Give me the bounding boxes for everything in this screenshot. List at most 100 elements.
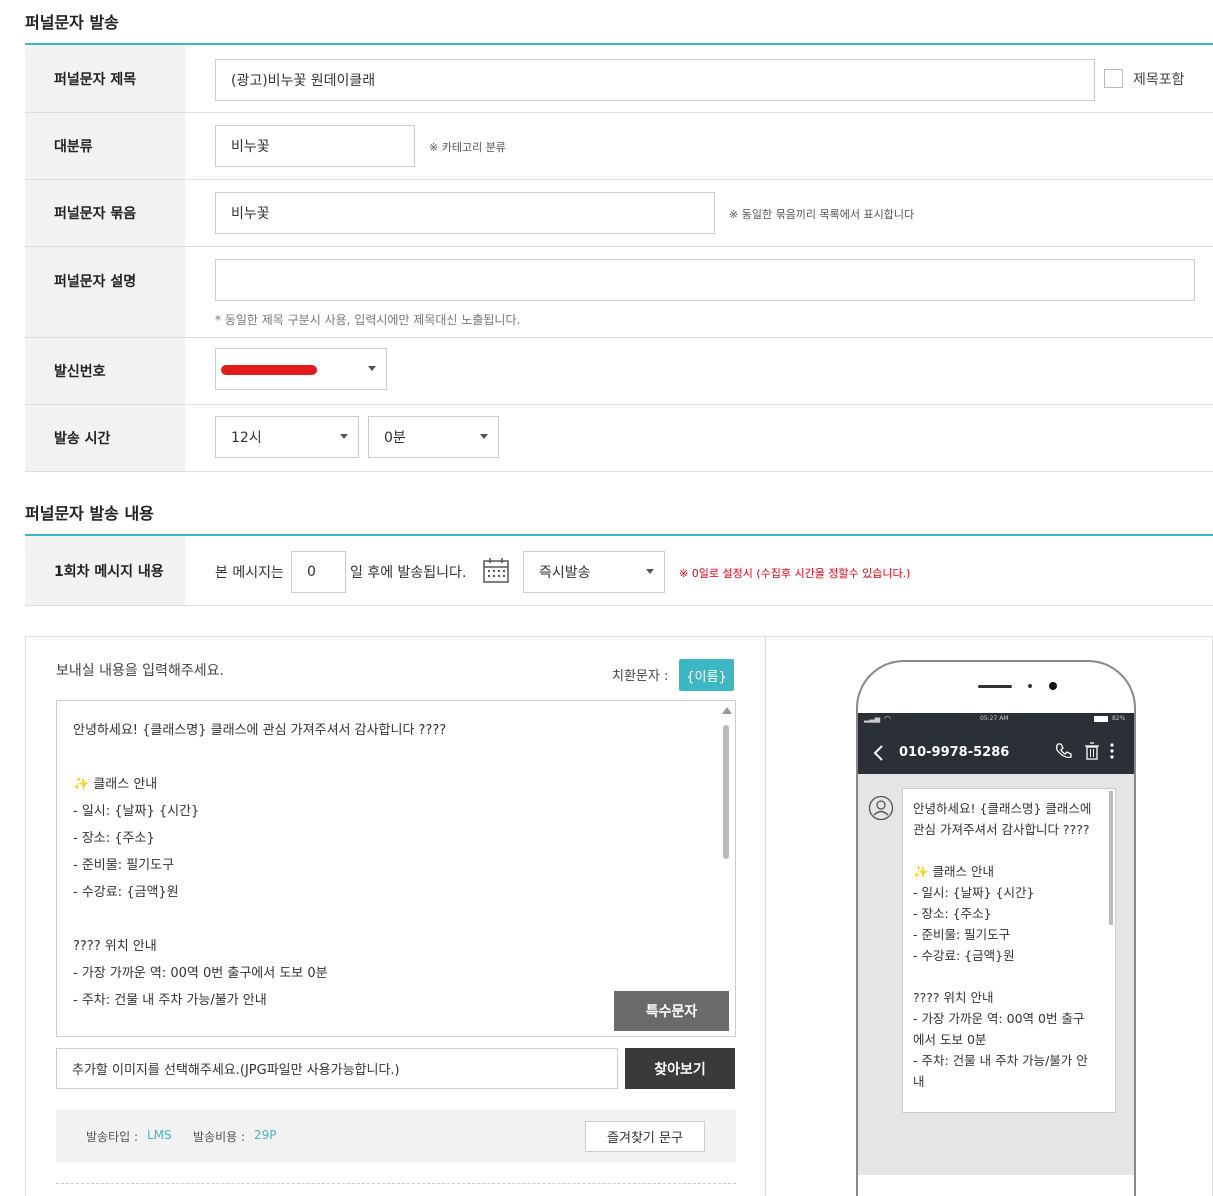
phone-header: ▂▃▅ ◠ 05:27 AM 82% 010-9978-5286 [858,713,1134,774]
send-type-label: 발송타입 : [86,1130,139,1144]
replace-label: 치환문자 : [612,669,669,684]
label-category: 대분류 [25,113,185,179]
favorites-button[interactable]: 즐겨찾기 문구 [585,1121,705,1152]
scroll-up-icon[interactable] [722,707,732,714]
subject-input[interactable]: (광고)비누꽃 원데이클래 [215,59,1095,101]
hour-select[interactable]: 12시 [215,416,359,458]
hour-value: 12시 [231,430,262,446]
bubble-line: ✨ 클래스 안내 [913,864,995,879]
bubble-line: - 준비물: 필기도구 [913,927,1011,942]
phone-camera [1049,682,1057,690]
bubble-line: 관심 가져주셔서 감사합니다 ???? [913,822,1090,837]
label-subject: 퍼널문자 제목 [25,45,185,112]
phone-speaker [978,685,1012,688]
bubble-line [913,966,1091,987]
editor-prompt: 보내실 내용을 입력해주세요. [56,663,224,679]
description-input[interactable] [215,259,1195,301]
chevron-down-icon [340,434,348,439]
section-title-content: 퍼널문자 발송 내용 [25,504,154,523]
editor-bottom-rule [56,1183,736,1184]
row-send-time: 발송 시간 12시 0분 [25,405,1213,472]
redaction-mark [221,365,317,375]
send-info-bar: 발송타입 : LMS 발송비용 : 29P 즐겨찾기 문구 [56,1109,736,1163]
call-icon[interactable] [1055,742,1073,760]
minute-value: 0분 [384,430,406,446]
bubble-text: 안녕하세요! {클래스명} 클래스에관심 가져주셔서 감사합니다 ???? ✨ 클… [913,798,1091,1092]
signal-icon: ▂▃▅ [864,715,881,723]
phone-sensor [1028,684,1032,688]
message-line: ✨ 클래스 안내 [73,777,158,792]
funnel-sms-page: 퍼널문자 발송 퍼널문자 제목 (광고)비누꽃 원데이클래 제목포함 대분류 비… [0,0,1213,1196]
browse-button[interactable]: 찾아보기 [625,1048,735,1089]
replace-token-button[interactable]: {이름} [679,659,734,691]
bubble-line: - 일시: {날짜} {시간} [913,885,1035,900]
message-line [73,906,446,933]
round1-prefix: 본 메시지는 [215,565,284,581]
chevron-down-icon [646,569,654,574]
scroll-thumb[interactable] [723,725,729,859]
message-textarea[interactable]: 안녕하세요! {클래스명} 클래스에 관심 가져주셔서 감사합니다 ???? ✨ … [56,700,736,1037]
message-line: - 수강료: {금액}원 [73,885,179,900]
back-icon[interactable] [872,745,884,761]
include-subject-label: 제목포함 [1133,72,1185,88]
delay-days-input[interactable]: 0 [291,551,346,593]
bubble-line: 내 [913,1074,925,1089]
avatar-icon [868,795,894,821]
send-type-value: LMS [147,1128,172,1142]
group-input[interactable]: 비누꽃 [215,192,715,234]
bubble-line: - 주차: 건물 내 주차 가능/불가 안 [913,1053,1088,1068]
textarea-scrollbar[interactable] [721,707,732,1029]
status-time: 05:27 AM [980,715,1009,722]
category-note: ※ 카테고리 분류 [429,141,506,154]
bubble-line: 에서 도보 0분 [913,1032,987,1047]
phone-preview: ▂▃▅ ◠ 05:27 AM 82% 010-9978-5286 안녕하세요! … [856,660,1136,1196]
message-line [73,744,446,771]
message-line: ???? 위치 안내 [73,939,157,954]
label-round1: 1회차 메시지 내용 [25,536,185,605]
bubble-line: 안녕하세요! {클래스명} 클래스에 [913,801,1092,816]
chevron-down-icon [480,434,488,439]
send-cost-label: 발송비용 : [193,1130,246,1144]
message-line: - 가장 가까운 역: 00역 0번 출구에서 도보 0분 [73,966,328,981]
message-line: - 일시: {날짜} {시간} [73,804,200,819]
message-line: - 장소: {주소} [73,831,155,846]
description-note: * 동일한 제목 구분시 사용, 입력시에만 제목대신 노출됩니다. [215,313,521,327]
chevron-down-icon [368,366,376,371]
row-group: 퍼널문자 묶음 비누꽃 ※ 동일한 묶음끼리 목록에서 표시합니다 [25,180,1213,247]
trash-icon[interactable] [1084,742,1100,760]
label-group: 퍼널문자 묶음 [25,180,185,246]
message-text: 안녕하세요! {클래스명} 클래스에 관심 가져주셔서 감사합니다 ???? ✨ … [73,717,446,1014]
category-input[interactable]: 비누꽃 [215,125,415,167]
battery-level: 82% [1112,715,1126,722]
include-subject-checkbox[interactable] [1104,69,1123,88]
special-chars-button[interactable]: 특수문자 [614,991,729,1031]
message-line: - 주차: 건물 내 주차 가능/불가 안내 [73,993,267,1008]
image-file-input[interactable]: 추가할 이미지를 선택해주세요.(JPG파일만 사용가능합니다.) [56,1048,618,1089]
wifi-icon: ◠ [884,714,891,723]
row-description: 퍼널문자 설명 * 동일한 제목 구분시 사용, 입력시에만 제목대신 노출됩니… [25,247,1213,338]
bubble-line: - 가장 가까운 역: 00역 0번 출구 [913,1011,1085,1026]
label-sender: 발신번호 [25,338,185,404]
message-line: - 준비물: 필기도구 [73,858,175,873]
label-description: 퍼널문자 설명 [25,247,185,337]
section-title-send: 퍼널문자 발송 [25,13,119,32]
message-bubble: 안녕하세요! {클래스명} 클래스에관심 가져주셔서 감사합니다 ???? ✨ 클… [902,788,1116,1113]
bubble-scrollbar[interactable] [1109,791,1113,925]
delay-warning: ※ 0일로 설정시 (수집후 시간을 정할수 있습니다.) [679,567,911,580]
row-subject: 퍼널문자 제목 (광고)비누꽃 원데이클래 제목포함 [25,45,1213,113]
bubble-line: - 장소: {주소} [913,906,992,921]
bubble-line: ???? 위치 안내 [913,990,994,1005]
more-icon[interactable] [1109,742,1115,760]
row-sender: 발신번호 [25,338,1213,405]
row-category: 대분류 비누꽃 ※ 카테고리 분류 [25,113,1213,180]
phone-screen: ▂▃▅ ◠ 05:27 AM 82% 010-9978-5286 안녕하세요! … [858,713,1134,1175]
send-mode-select[interactable]: 즉시발송 [523,551,665,593]
minute-select[interactable]: 0분 [368,416,499,458]
send-mode-value: 즉시발송 [539,565,591,581]
battery-icon [1094,716,1108,722]
sender-number-select[interactable] [215,348,387,390]
bubble-line [913,840,1091,861]
bubble-line: - 수강료: {금액}원 [913,948,1015,963]
send-form: 퍼널문자 제목 (광고)비누꽃 원데이클래 제목포함 대분류 비누꽃 ※ 카테고… [25,43,1213,472]
calendar-icon[interactable] [482,556,510,584]
